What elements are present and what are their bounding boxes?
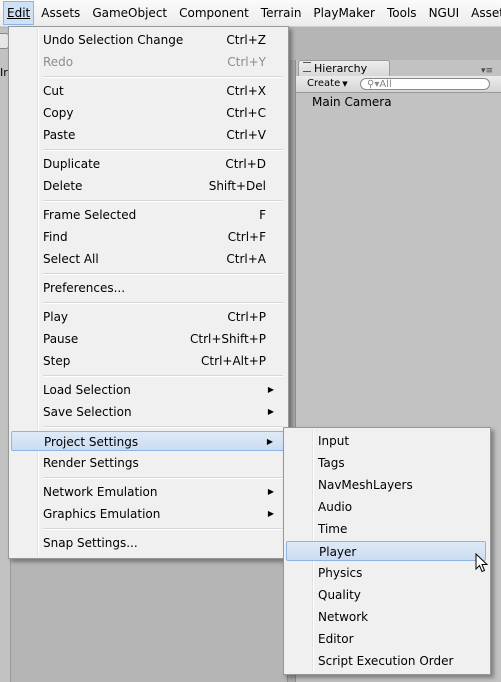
create-button[interactable]: Create ▼ <box>305 78 350 90</box>
menu-item-play[interactable]: Play Ctrl+P <box>11 307 284 327</box>
submenu-item-script-execution-order[interactable]: Script Execution Order <box>286 651 486 671</box>
submenu-item-player[interactable]: Player <box>286 541 486 561</box>
menu-item-step[interactable]: Step Ctrl+Alt+P <box>11 351 284 371</box>
menu-bar: Edit Assets GameObject Component Terrain… <box>0 0 501 27</box>
menu-item-select-all[interactable]: Select All Ctrl+A <box>11 249 284 269</box>
menu-ngui[interactable]: NGUI <box>425 0 464 26</box>
menu-item-cut[interactable]: Cut Ctrl+X <box>11 81 284 101</box>
dropdown-arrow-icon: ▼ <box>342 80 348 88</box>
menu-tools[interactable]: Tools <box>383 0 421 26</box>
menu-item-pause[interactable]: Pause Ctrl+Shift+P <box>11 329 284 349</box>
menu-item-copy[interactable]: Copy Ctrl+C <box>11 103 284 123</box>
menu-item-snap-settings[interactable]: Snap Settings... <box>11 533 284 553</box>
menu-edit[interactable]: Edit <box>3 1 35 25</box>
menu-item-project-settings[interactable]: Project Settings ▶ <box>11 431 284 451</box>
menu-asset-store[interactable]: Asset St <box>467 0 501 26</box>
menu-item-graphics-emulation[interactable]: Graphics Emulation ▶ <box>11 504 284 524</box>
menu-gameobject[interactable]: GameObject <box>88 0 171 26</box>
submenu-arrow-icon: ▶ <box>266 437 273 446</box>
panel-menu-icon[interactable]: ▾≡ <box>481 66 493 76</box>
submenu-arrow-icon: ▶ <box>267 407 274 416</box>
project-settings-submenu: Input Tags NavMeshLayers Audio Time Play… <box>283 427 491 675</box>
menu-item-frame-selected[interactable]: Frame Selected F <box>11 205 284 225</box>
menu-terrain[interactable]: Terrain <box>257 0 306 26</box>
menu-item-render-settings[interactable]: Render Settings <box>11 453 284 473</box>
hierarchy-search-input[interactable]: ⚲▾All <box>360 78 490 90</box>
submenu-item-tags[interactable]: Tags <box>286 453 486 473</box>
submenu-item-input[interactable]: Input <box>286 431 486 451</box>
menu-item-save-selection[interactable]: Save Selection ▶ <box>11 402 284 422</box>
menu-item-find[interactable]: Find Ctrl+F <box>11 227 284 247</box>
search-placeholder: All <box>379 79 392 90</box>
tab-hierarchy-label: Hierarchy <box>314 62 368 75</box>
menu-separator <box>43 477 283 479</box>
submenu-item-quality[interactable]: Quality <box>286 585 486 605</box>
menu-item-paste[interactable]: Paste Ctrl+V <box>11 125 284 145</box>
menu-separator <box>43 528 283 530</box>
submenu-item-audio[interactable]: Audio <box>286 497 486 517</box>
edit-menu: Undo Selection Change Ctrl+Z Redo Ctrl+Y C… <box>8 26 289 559</box>
list-icon <box>303 62 311 72</box>
menu-playmaker[interactable]: PlayMaker <box>309 0 379 26</box>
submenu-item-network[interactable]: Network <box>286 607 486 627</box>
menu-separator <box>43 302 283 304</box>
menu-separator <box>43 76 283 78</box>
submenu-item-physics[interactable]: Physics <box>286 563 486 583</box>
menu-item-duplicate[interactable]: Duplicate Ctrl+D <box>11 154 284 174</box>
submenu-item-time[interactable]: Time <box>286 519 486 539</box>
search-icon: ⚲▾ <box>367 79 380 90</box>
menu-separator <box>43 273 283 275</box>
mouse-cursor-icon <box>475 553 489 573</box>
submenu-arrow-icon: ▶ <box>267 487 274 496</box>
menu-item-network-emulation[interactable]: Network Emulation ▶ <box>11 482 284 502</box>
submenu-item-editor[interactable]: Editor <box>286 629 486 649</box>
create-button-label: Create <box>307 78 341 89</box>
submenu-arrow-icon: ▶ <box>267 509 274 518</box>
menu-item-load-selection[interactable]: Load Selection ▶ <box>11 380 284 400</box>
left-panel-label: Ir <box>0 66 8 79</box>
menu-separator <box>43 149 283 151</box>
tab-hierarchy[interactable]: Hierarchy <box>298 60 390 76</box>
hierarchy-item[interactable]: Main Camera <box>312 95 392 109</box>
menu-separator <box>43 200 283 202</box>
menu-item-delete[interactable]: Delete Shift+Del <box>11 176 284 196</box>
menu-item-redo: Redo Ctrl+Y <box>43 55 266 69</box>
menu-separator <box>43 426 283 428</box>
menu-component[interactable]: Component <box>175 0 253 26</box>
menu-item-preferences[interactable]: Preferences... <box>11 278 284 298</box>
submenu-arrow-icon: ▶ <box>267 385 274 394</box>
menu-item-undo[interactable]: Undo Selection Change Ctrl+Z <box>11 30 284 50</box>
menu-assets[interactable]: Assets <box>37 0 84 26</box>
menu-separator <box>43 375 283 377</box>
submenu-item-navmeshlayers[interactable]: NavMeshLayers <box>286 475 486 495</box>
